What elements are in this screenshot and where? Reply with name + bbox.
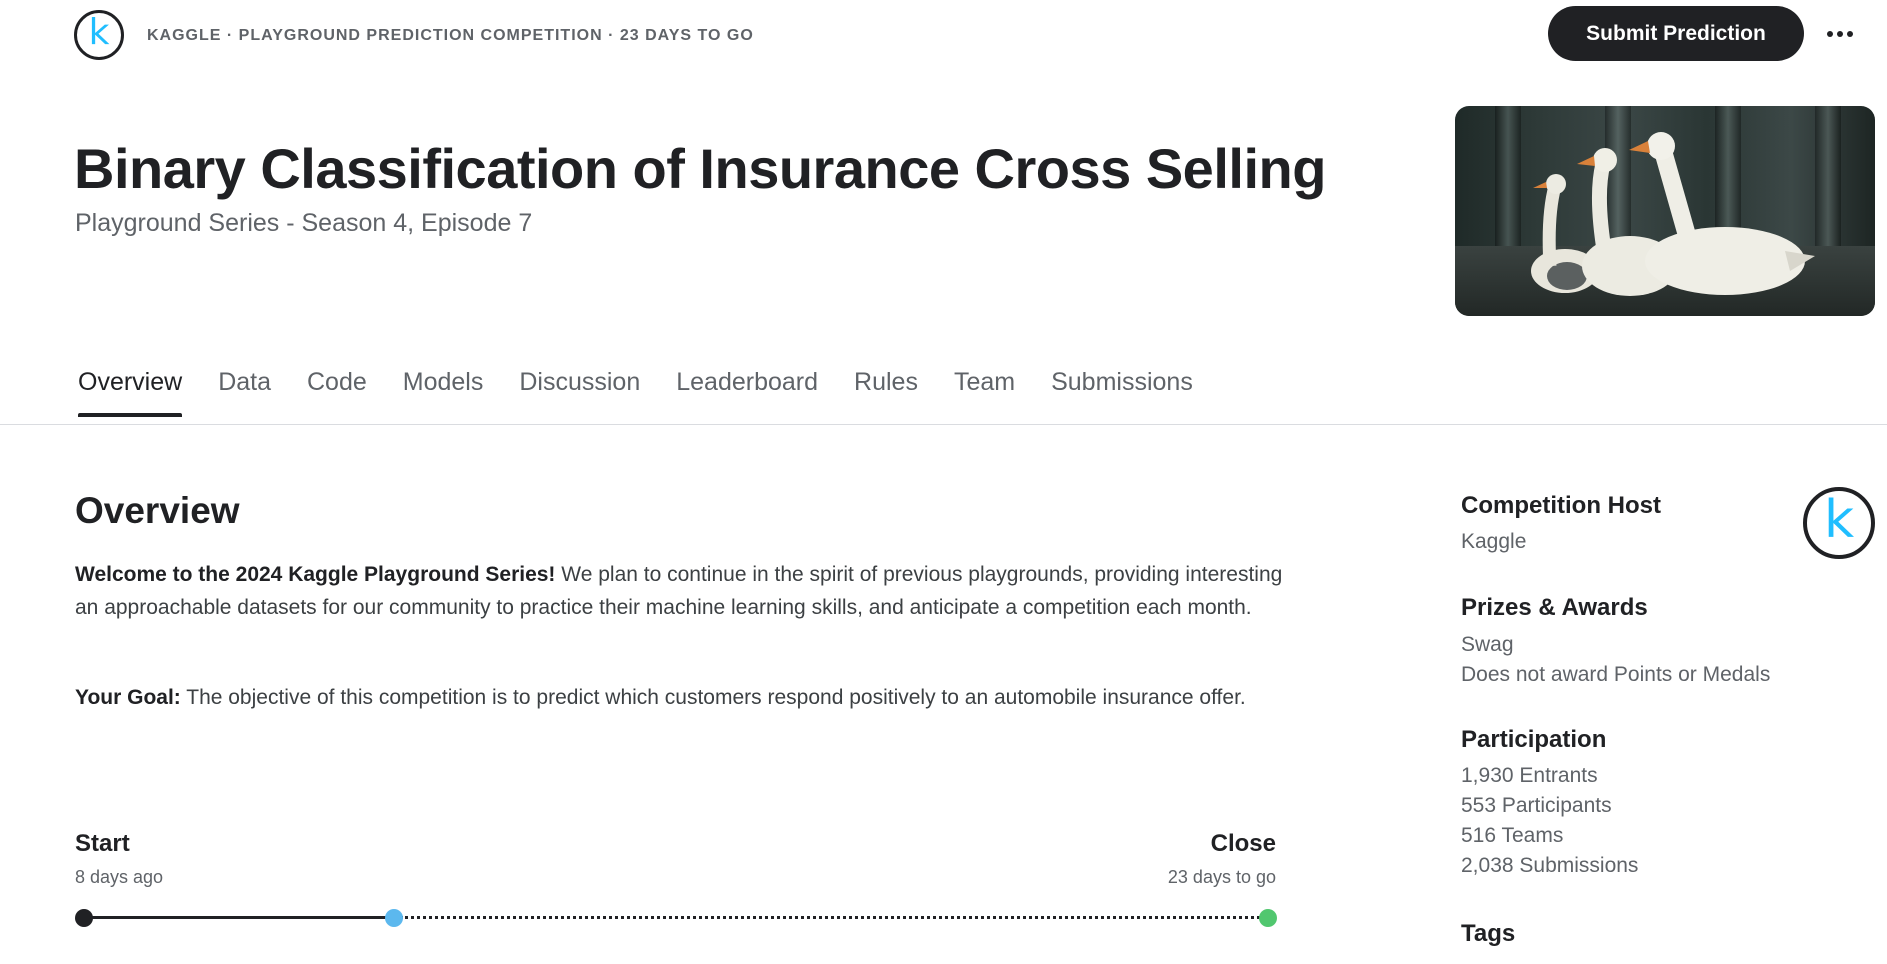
tab-rules[interactable]: Rules [854, 368, 918, 417]
tab-leaderboard[interactable]: Leaderboard [676, 368, 818, 417]
more-options-icon[interactable] [1822, 14, 1858, 54]
prize-swag: Swag [1461, 633, 1514, 656]
timeline-start-date: 8 days ago [75, 867, 164, 887]
tab-models[interactable]: Models [403, 368, 484, 417]
overview-heading: Overview [75, 490, 240, 531]
tags-heading: Tags [1461, 920, 1516, 947]
goal-text: The objective of this competition is to … [180, 686, 1246, 709]
submissions-count: 2,038 Submissions [1461, 854, 1639, 877]
geese-illustration [1531, 132, 1815, 296]
tabs-divider [0, 424, 1887, 425]
teams-count: 516 Teams [1461, 824, 1564, 847]
tab-code[interactable]: Code [307, 368, 367, 417]
timeline-start-dot [75, 909, 93, 927]
welcome-bold: Welcome to the 2024 Kaggle Playground Se… [75, 563, 556, 586]
entrants-count: 1,930 Entrants [1461, 764, 1598, 787]
host-heading: Competition Host [1461, 492, 1661, 519]
tab-overview[interactable]: Overview [78, 368, 183, 417]
host-name[interactable]: Kaggle [1461, 527, 1526, 557]
tab-submissions[interactable]: Submissions [1051, 368, 1193, 417]
goal-paragraph: Your Goal: The objective of this competi… [75, 681, 1290, 714]
kaggle-logo-letter: k [88, 12, 110, 53]
breadcrumb: KAGGLE · PLAYGROUND PREDICTION COMPETITI… [147, 27, 754, 44]
participation-heading: Participation [1461, 726, 1607, 753]
timeline-close-date: 23 days to go [1167, 867, 1276, 887]
timeline-elapsed-line [84, 916, 394, 919]
page-subtitle: Playground Series - Season 4, Episode 7 [75, 209, 533, 237]
host-logo-letter: k [1823, 490, 1855, 550]
timeline-end-dot [1259, 909, 1277, 927]
kaggle-host-logo-icon[interactable]: k [1803, 487, 1875, 559]
timeline-current-dot [385, 909, 403, 927]
tab-data[interactable]: Data [218, 368, 271, 417]
competition-banner-image [1455, 106, 1875, 316]
prize-points: Does not award Points or Medals [1461, 663, 1771, 686]
prizes-heading: Prizes & Awards [1461, 594, 1648, 621]
tab-team[interactable]: Team [954, 368, 1015, 417]
page-title: Binary Classification of Insurance Cross… [74, 137, 1326, 200]
goal-bold: Your Goal: [75, 686, 181, 709]
welcome-paragraph: Welcome to the 2024 Kaggle Playground Se… [75, 558, 1290, 624]
participants-count: 553 Participants [1461, 794, 1612, 817]
kaggle-logo-icon[interactable]: k [74, 10, 124, 60]
tab-discussion[interactable]: Discussion [519, 368, 640, 417]
submit-prediction-button[interactable]: Submit Prediction [1548, 6, 1804, 61]
competition-tabs: Overview Data Code Models Discussion Lea… [78, 368, 1229, 417]
timeline-start-label: Start [75, 830, 130, 857]
timeline-remaining-line [400, 916, 1266, 919]
timeline-close-label: Close [1210, 830, 1276, 857]
